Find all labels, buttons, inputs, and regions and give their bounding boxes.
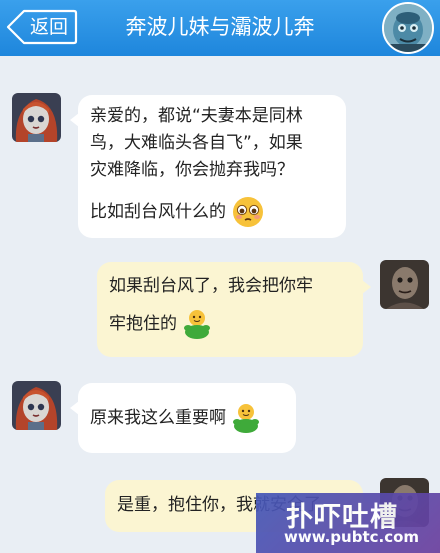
site-watermark: 扑吓吐槽 www.pubtc.com — [256, 493, 440, 553]
pleading-face-emoji-icon — [233, 196, 264, 227]
message-bubble-incoming: 原来我这么重要啊 — [70, 383, 296, 453]
message-bubble-incoming: 亲爱的，都说“夫妻本是同林 鸟，大难临头各自飞”，如果 灾难降临，你会抛弃我吗？… — [70, 95, 346, 238]
contact-avatar[interactable] — [382, 2, 434, 54]
green-hug-emoji-icon — [184, 310, 211, 340]
message-line: 牢抱住的 — [109, 314, 177, 335]
message-bubble-outgoing: 如果刮台风了，我会把你牢 牢抱住的 — [97, 262, 371, 357]
girl-doll-avatar-icon — [12, 93, 61, 142]
watermark-url: www.pubtc.com — [284, 528, 420, 546]
message-line: 亲爱的，都说“夫妻本是同林 — [90, 106, 303, 126]
sender-avatar-girl[interactable] — [12, 93, 61, 142]
message-line: 原来我这么重要啊 — [90, 408, 226, 428]
back-label: 返回 — [30, 16, 69, 38]
message-line: 比如刮台风什么的 — [90, 201, 226, 222]
monster-avatar-icon — [384, 4, 432, 52]
green-hug-emoji-icon — [233, 404, 260, 433]
back-button[interactable]: 返回 — [6, 9, 78, 45]
monster-avatar-icon — [380, 260, 429, 309]
message-line: 鸟，大难临头各自飞”，如果 — [90, 133, 303, 154]
sender-avatar-monster[interactable] — [380, 260, 429, 309]
chat-header: 返回 奔波儿妹与灞波儿奔 — [0, 0, 440, 56]
page-title: 奔波儿妹与灞波儿奔 — [125, 15, 315, 39]
girl-doll-avatar-icon — [12, 381, 61, 430]
message-line: 灾难降临，你会抛弃我吗？ — [90, 160, 294, 181]
sender-avatar-girl[interactable] — [12, 381, 61, 430]
message-line: 如果刮台风了，我会把你牢 — [109, 276, 313, 296]
